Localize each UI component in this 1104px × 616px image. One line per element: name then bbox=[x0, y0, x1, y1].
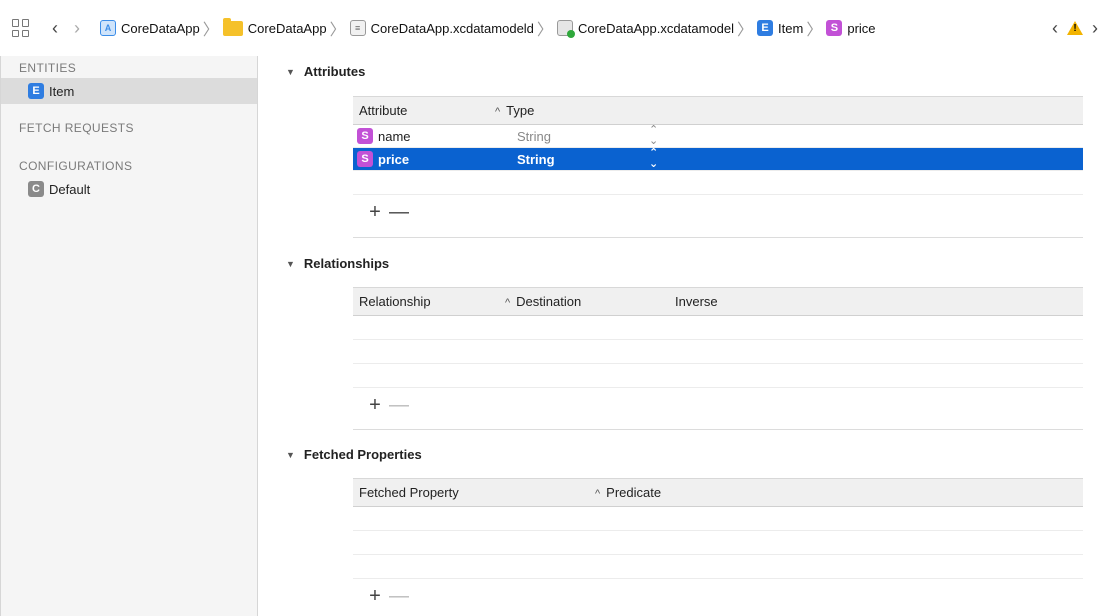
remove-fetched-property-button[interactable]: — bbox=[387, 586, 411, 606]
document-icon: ≡ bbox=[349, 20, 366, 36]
sort-ascending-icon: ^ bbox=[505, 297, 511, 309]
type-popup-icon[interactable]: ⌃ ⌄ bbox=[649, 148, 658, 170]
fetched-properties-table-header: Fetched Property ^ Predicate bbox=[353, 478, 1083, 507]
breadcrumb-folder[interactable]: CoreDataApp 〉 bbox=[222, 16, 350, 40]
section-divider bbox=[353, 237, 1083, 238]
attribute-type[interactable]: String bbox=[517, 152, 555, 167]
entity-sidebar: ENTITIES E Item FETCH REQUESTS CONFIGURA… bbox=[0, 56, 258, 616]
model-editor: ▼ Attributes Attribute ^ Type S name Stri… bbox=[259, 56, 1104, 616]
section-divider bbox=[353, 429, 1083, 430]
breadcrumb-entity[interactable]: E Item 〉 bbox=[757, 16, 826, 40]
disclosure-triangle-icon[interactable]: ▼ bbox=[286, 67, 295, 77]
add-fetched-property-button[interactable]: + bbox=[363, 586, 387, 606]
table-row-selected[interactable]: S price String ⌃ ⌄ bbox=[353, 148, 1083, 171]
project-icon: A bbox=[100, 20, 116, 36]
string-attribute-icon: S bbox=[357, 128, 373, 144]
breadcrumb-project[interactable]: A CoreDataApp 〉 bbox=[100, 16, 223, 40]
column-type[interactable]: ^ Type bbox=[495, 103, 534, 118]
add-attribute-button[interactable]: + bbox=[363, 202, 387, 222]
disclosure-triangle-icon[interactable]: ▼ bbox=[286, 259, 295, 269]
attribute-type[interactable]: String bbox=[517, 129, 551, 144]
empty-row bbox=[353, 316, 1083, 340]
disclosure-triangle-icon[interactable]: ▼ bbox=[286, 450, 295, 460]
attributes-table: Attribute ^ Type S name String ⌃ ⌄ S price… bbox=[353, 96, 1083, 195]
sidebar-entity-item[interactable]: E Item bbox=[1, 78, 257, 104]
column-relationship[interactable]: Relationship bbox=[359, 294, 431, 309]
breadcrumb-separator: 〉 bbox=[806, 22, 823, 39]
empty-row bbox=[353, 507, 1083, 531]
relationships-table-header: Relationship ^ Destination Inverse bbox=[353, 287, 1083, 316]
entity-icon: E bbox=[28, 83, 44, 99]
relationships-table: Relationship ^ Destination Inverse bbox=[353, 287, 1083, 388]
attributes-table-header: Attribute ^ Type bbox=[353, 96, 1083, 125]
relationships-section-header[interactable]: ▼ Relationships bbox=[286, 256, 389, 271]
attributes-section-header[interactable]: ▼ Attributes bbox=[286, 64, 365, 79]
sort-ascending-icon: ^ bbox=[495, 106, 501, 118]
fetch-requests-heading[interactable]: FETCH REQUESTS bbox=[1, 118, 257, 138]
entity-icon: E bbox=[757, 20, 774, 36]
sidebar-configuration-item[interactable]: C Default bbox=[1, 176, 257, 202]
column-predicate[interactable]: ^ Predicate bbox=[595, 485, 661, 500]
jump-bar: ‹ › A CoreDataApp 〉 CoreDataApp 〉 ≡ Core… bbox=[0, 0, 1104, 56]
breadcrumb-xcdatamodel[interactable]: CoreDataApp.xcdatamodel 〉 bbox=[556, 16, 757, 40]
add-relationship-button[interactable]: + bbox=[363, 395, 387, 415]
attribute-name[interactable]: name bbox=[378, 129, 411, 144]
remove-attribute-button[interactable]: — bbox=[387, 202, 411, 222]
empty-row bbox=[353, 171, 1083, 195]
next-issue-icon[interactable]: › bbox=[1086, 19, 1104, 37]
sort-ascending-icon: ^ bbox=[595, 488, 601, 500]
empty-row bbox=[353, 340, 1083, 364]
previous-issue-icon[interactable]: ‹ bbox=[1046, 19, 1064, 37]
breadcrumb-separator: 〉 bbox=[737, 22, 754, 39]
configurations-heading: CONFIGURATIONS bbox=[19, 159, 133, 173]
breadcrumb-attribute[interactable]: S price bbox=[826, 20, 876, 36]
table-row[interactable]: S name String ⌃ ⌄ bbox=[353, 125, 1083, 148]
type-popup-icon[interactable]: ⌃ ⌄ bbox=[649, 125, 658, 147]
column-fetched-property[interactable]: Fetched Property bbox=[359, 485, 459, 500]
string-attribute-icon: S bbox=[357, 151, 373, 167]
relationships-add-remove: + — bbox=[363, 395, 411, 415]
back-arrow-icon[interactable]: ‹ bbox=[44, 19, 66, 37]
empty-row bbox=[353, 555, 1083, 579]
column-destination[interactable]: ^ Destination bbox=[505, 294, 581, 309]
entities-heading: ENTITIES bbox=[19, 61, 77, 75]
attributes-add-remove: + — bbox=[363, 202, 411, 222]
fetched-properties-table: Fetched Property ^ Predicate bbox=[353, 478, 1083, 579]
issue-navigator: ‹ ! › bbox=[1046, 0, 1104, 56]
string-attribute-icon: S bbox=[826, 20, 843, 36]
fetched-properties-add-remove: + — bbox=[363, 586, 411, 606]
empty-row bbox=[353, 364, 1083, 388]
breadcrumb-xcdatamodeld[interactable]: ≡ CoreDataApp.xcdatamodeld 〉 bbox=[349, 16, 557, 40]
configuration-icon: C bbox=[28, 181, 44, 197]
column-attribute[interactable]: Attribute bbox=[359, 103, 407, 118]
breadcrumb-separator: 〉 bbox=[202, 22, 219, 39]
warning-icon[interactable]: ! bbox=[1067, 21, 1083, 35]
fetched-properties-section-header[interactable]: ▼ Fetched Properties bbox=[286, 447, 422, 462]
folder-icon bbox=[222, 17, 243, 36]
breadcrumb-separator: 〉 bbox=[536, 22, 553, 39]
column-inverse[interactable]: Inverse bbox=[675, 294, 718, 309]
related-items-grid-icon[interactable] bbox=[12, 19, 30, 37]
data-model-icon bbox=[556, 20, 575, 38]
breadcrumb-separator: 〉 bbox=[329, 22, 346, 39]
empty-row bbox=[353, 531, 1083, 555]
attribute-name[interactable]: price bbox=[378, 152, 409, 167]
remove-relationship-button[interactable]: — bbox=[387, 395, 411, 415]
forward-arrow-icon[interactable]: › bbox=[66, 19, 88, 37]
